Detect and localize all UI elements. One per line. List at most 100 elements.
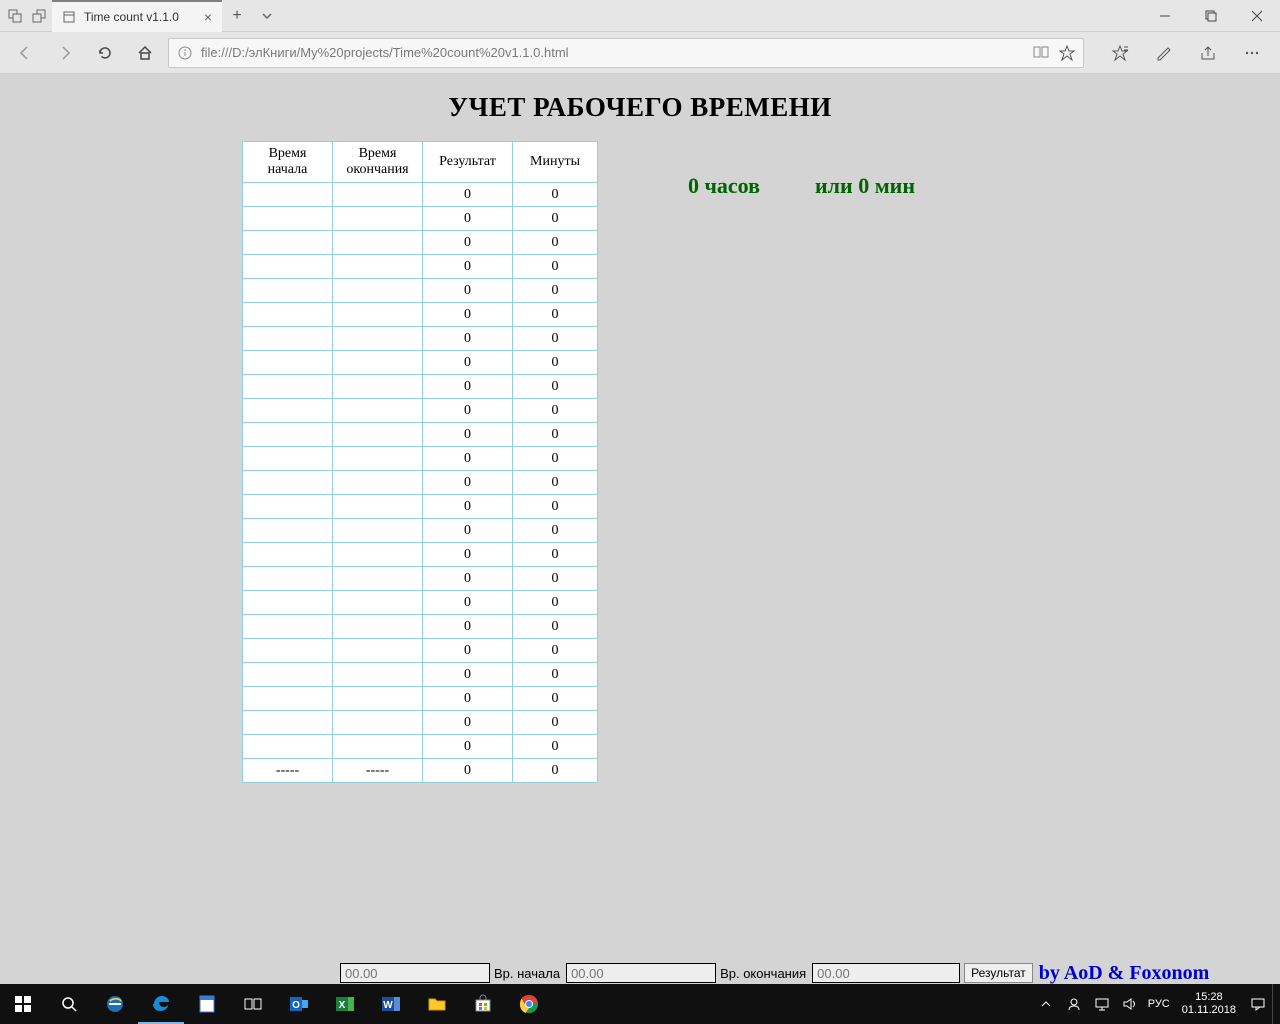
new-tab-button[interactable]: + [222, 0, 252, 32]
cell-start [243, 639, 333, 663]
cell-minutes: 0 [513, 183, 598, 207]
tray-people-icon[interactable] [1060, 984, 1088, 1024]
search-icon[interactable] [46, 984, 92, 1024]
table-row: ----------00 [243, 759, 598, 783]
table-row: 00 [243, 567, 598, 591]
table-row: 00 [243, 663, 598, 687]
refresh-button[interactable] [88, 36, 122, 70]
address-bar[interactable]: file:///D:/элКниги/My%20projects/Time%20… [168, 38, 1084, 68]
nav-bar: file:///D:/элКниги/My%20projects/Time%20… [0, 32, 1280, 74]
cell-minutes: 0 [513, 231, 598, 255]
tab-preview-icon[interactable] [6, 7, 24, 25]
result-input[interactable] [812, 963, 960, 983]
cell-start [243, 591, 333, 615]
cell-result: 0 [423, 543, 513, 567]
svg-text:W: W [383, 1000, 393, 1011]
forward-button[interactable] [48, 36, 82, 70]
cell-start [243, 615, 333, 639]
show-desktop-button[interactable] [1272, 984, 1280, 1024]
cell-minutes: 0 [513, 207, 598, 231]
cell-end [333, 591, 423, 615]
result-button[interactable]: Результат [964, 963, 1033, 983]
cell-end [333, 207, 423, 231]
reading-view-icon[interactable] [1033, 45, 1049, 61]
cell-start [243, 375, 333, 399]
edge-icon[interactable] [138, 984, 184, 1024]
cell-minutes: 0 [513, 759, 598, 783]
tray-volume-icon[interactable] [1116, 984, 1144, 1024]
file-explorer-icon[interactable] [414, 984, 460, 1024]
word-icon[interactable]: W [368, 984, 414, 1024]
cell-end [333, 375, 423, 399]
app-notepad-icon[interactable] [184, 984, 230, 1024]
cell-minutes: 0 [513, 351, 598, 375]
cell-minutes: 0 [513, 279, 598, 303]
cell-start [243, 495, 333, 519]
cell-start [243, 231, 333, 255]
table-row: 00 [243, 183, 598, 207]
cell-minutes: 0 [513, 375, 598, 399]
outlook-icon[interactable]: O [276, 984, 322, 1024]
tray-clock[interactable]: 15:28 01.11.2018 [1174, 991, 1244, 1016]
maximize-button[interactable] [1188, 0, 1234, 32]
cell-start [243, 471, 333, 495]
notes-icon[interactable] [1144, 36, 1184, 70]
ie-icon[interactable] [92, 984, 138, 1024]
close-tab-icon[interactable]: × [204, 9, 212, 25]
cell-start [243, 687, 333, 711]
back-button[interactable] [8, 36, 42, 70]
cell-result: 0 [423, 303, 513, 327]
excel-icon[interactable]: X [322, 984, 368, 1024]
credit-text: by AoD & Foxonom [1039, 962, 1210, 985]
share-icon[interactable] [1188, 36, 1228, 70]
home-button[interactable] [128, 36, 162, 70]
start-time-label: Вр. начала [494, 966, 560, 981]
tray-language[interactable]: РУС [1144, 998, 1174, 1010]
cell-minutes: 0 [513, 567, 598, 591]
cell-minutes: 0 [513, 255, 598, 279]
favorite-star-icon[interactable] [1059, 45, 1075, 61]
cell-start [243, 327, 333, 351]
task-view-icon[interactable] [230, 984, 276, 1024]
cell-end [333, 687, 423, 711]
more-menu-icon[interactable] [1232, 36, 1272, 70]
table-row: 00 [243, 375, 598, 399]
cell-result: 0 [423, 375, 513, 399]
cell-start: ----- [243, 759, 333, 783]
cell-minutes: 0 [513, 303, 598, 327]
browser-tab[interactable]: Time count v1.1.0 × [52, 0, 222, 32]
start-time-input[interactable] [340, 963, 490, 983]
cell-start [243, 351, 333, 375]
cell-minutes: 0 [513, 735, 598, 759]
site-info-icon[interactable] [177, 45, 193, 61]
start-button[interactable] [0, 984, 46, 1024]
minimize-button[interactable] [1142, 0, 1188, 32]
set-aside-icon[interactable] [30, 7, 48, 25]
cell-end [333, 495, 423, 519]
url-text: file:///D:/элКниги/My%20projects/Time%20… [201, 45, 569, 60]
end-time-input[interactable] [566, 963, 716, 983]
chrome-icon[interactable] [506, 984, 552, 1024]
cell-end [333, 615, 423, 639]
cell-result: 0 [423, 615, 513, 639]
action-center-icon[interactable] [1244, 984, 1272, 1024]
tab-strip: Time count v1.1.0 × + [0, 0, 1280, 32]
favorites-list-icon[interactable] [1100, 36, 1140, 70]
close-window-button[interactable] [1234, 0, 1280, 32]
cell-end [333, 351, 423, 375]
store-icon[interactable] [460, 984, 506, 1024]
cell-minutes: 0 [513, 663, 598, 687]
end-time-label: Вр. окончания [720, 966, 806, 981]
tray-network-icon[interactable] [1088, 984, 1116, 1024]
table-row: 00 [243, 711, 598, 735]
cell-start [243, 735, 333, 759]
cell-minutes: 0 [513, 495, 598, 519]
cell-result: 0 [423, 519, 513, 543]
table-row: 00 [243, 423, 598, 447]
tray-chevron-icon[interactable] [1032, 984, 1060, 1024]
cell-minutes: 0 [513, 471, 598, 495]
table-row: 00 [243, 255, 598, 279]
table-row: 00 [243, 207, 598, 231]
table-row: 00 [243, 399, 598, 423]
tab-dropdown-icon[interactable] [252, 0, 282, 32]
